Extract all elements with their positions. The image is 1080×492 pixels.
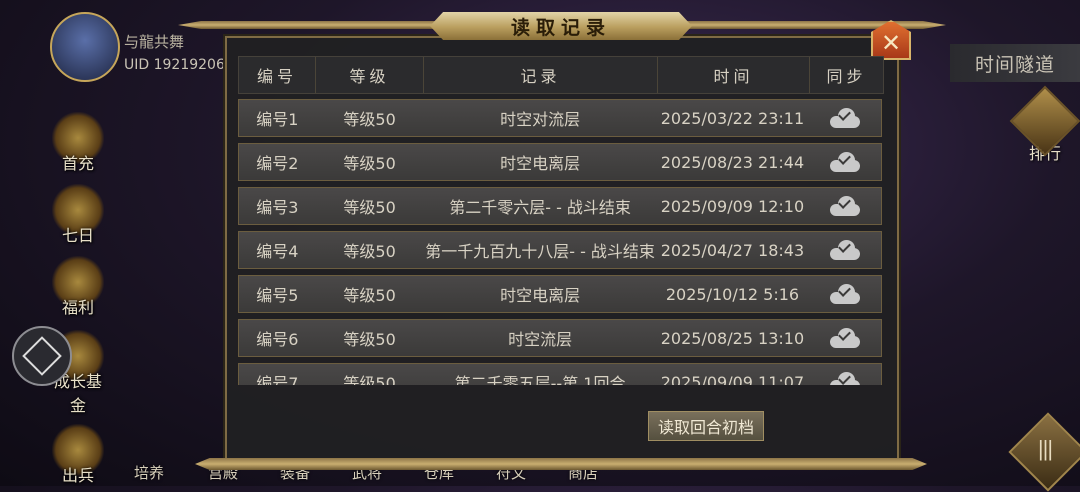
player-uid: UID 19219206 — [124, 57, 225, 73]
seven-day-button[interactable]: 七日 — [48, 184, 108, 246]
welfare-button[interactable]: 福利 — [48, 256, 108, 318]
row-id: 编号7 — [256, 374, 299, 385]
cloud-sync-icon — [829, 152, 860, 172]
cloud-sync-icon — [829, 196, 860, 216]
tab-cultivate[interactable]: 培养 — [134, 462, 164, 483]
cloud-sync-icon — [829, 328, 860, 348]
row-record: 时空对流层 — [500, 110, 581, 129]
row-level: 等级50 — [343, 330, 396, 349]
table-row[interactable]: 编号2 等级50 时空电离层 2025/08/23 21:44 — [238, 143, 882, 181]
row-record: 第一千九百九十八层- - 战斗结束 — [425, 242, 655, 261]
table-row[interactable]: 编号6 等级50 时空流层 2025/08/25 13:10 — [238, 319, 882, 357]
title-plate: 读取记录 — [430, 12, 692, 40]
row-record: 第二千零五层--第 1回合 — [454, 374, 626, 385]
table-row[interactable]: 编号3 等级50 第二千零六层- - 战斗结束 2025/09/09 12:10 — [238, 187, 882, 225]
row-id: 编号5 — [256, 286, 299, 305]
player-avatar[interactable] — [50, 12, 120, 82]
row-record: 时空电离层 — [500, 154, 581, 173]
cloud-sync-icon — [829, 240, 860, 260]
sync-cell — [808, 364, 881, 385]
row-time: 2025/08/23 21:44 — [660, 152, 805, 172]
row-id: 编号6 — [256, 330, 299, 349]
ranking-button[interactable]: 排行 — [1009, 85, 1080, 164]
row-time: 2025/09/09 12:10 — [660, 196, 805, 216]
row-level: 等级50 — [343, 286, 396, 305]
row-time: 2025/08/25 13:10 — [660, 328, 805, 348]
cloud-sync-icon — [829, 284, 860, 304]
table-row[interactable]: 编号5 等级50 时空电离层 2025/10/12 5:16 — [238, 275, 882, 313]
row-time: 2025/10/12 5:16 — [665, 284, 800, 304]
table-row[interactable]: 编号4 等级50 第一千九百九十八层- - 战斗结束 2025/04/27 18… — [238, 231, 882, 269]
row-id: 编号4 — [256, 242, 299, 261]
main-menu-button[interactable]: ||| — [1008, 412, 1080, 492]
row-id: 编号3 — [256, 198, 299, 217]
row-record: 第二千零六层- - 战斗结束 — [449, 198, 631, 217]
column-header-record: 记录 — [424, 57, 658, 93]
column-header-id: 编号 — [239, 57, 316, 93]
sync-cell — [808, 188, 881, 224]
record-list[interactable]: 编号1 等级50 时空对流层 2025/03/22 23:11 编号2 等级50… — [238, 99, 882, 385]
ar-mode-button[interactable] — [12, 326, 72, 386]
time-tunnel-button[interactable]: 时间隧道 — [950, 44, 1080, 82]
sync-cell — [808, 232, 881, 268]
cube-icon — [22, 336, 62, 376]
menu-icon: ||| — [1037, 436, 1052, 461]
load-round-start-button[interactable]: 读取回合初档 — [648, 411, 764, 441]
dialog-title: 读取记录 — [510, 16, 611, 39]
table-row[interactable]: 编号1 等级50 时空对流层 2025/03/22 23:11 — [238, 99, 882, 137]
row-level: 等级50 — [343, 110, 396, 129]
close-icon: ✕ — [880, 29, 902, 57]
column-header-sync: 同步 — [826, 67, 867, 86]
dialog-bottom-ornament — [195, 458, 927, 470]
row-time: 2025/09/09 11:07 — [660, 372, 805, 386]
cloud-sync-icon — [829, 372, 860, 385]
row-record: 时空电离层 — [500, 286, 581, 305]
row-id: 编号2 — [256, 154, 299, 173]
sync-cell — [808, 100, 881, 136]
row-record: 时空流层 — [508, 330, 573, 349]
column-header-level: 等级 — [316, 57, 424, 93]
cloud-sync-icon — [829, 108, 860, 128]
sync-cell — [808, 276, 881, 312]
row-id: 编号1 — [256, 110, 299, 129]
table-row[interactable]: 编号7 等级50 第二千零五层--第 1回合 2025/09/09 11:07 — [238, 363, 882, 385]
dialog-title-bar: 读取记录 — [178, 12, 946, 42]
deploy-troops-button[interactable]: 出兵 — [48, 424, 108, 486]
row-time: 2025/04/27 18:43 — [660, 240, 805, 260]
row-level: 等级50 — [343, 198, 396, 217]
row-level: 等级50 — [343, 242, 396, 261]
row-time: 2025/03/22 23:11 — [660, 108, 805, 128]
row-level: 等级50 — [343, 154, 396, 173]
table-header: 编号 等级 记录 时间 同步 — [238, 56, 884, 94]
sync-cell — [808, 320, 881, 356]
column-header-time: 时间 — [658, 57, 810, 93]
sync-cell — [808, 144, 881, 180]
player-name: 与龍共舞 — [124, 33, 185, 51]
first-recharge-button[interactable]: 首充 — [48, 112, 108, 174]
row-level: 等级50 — [343, 374, 396, 385]
